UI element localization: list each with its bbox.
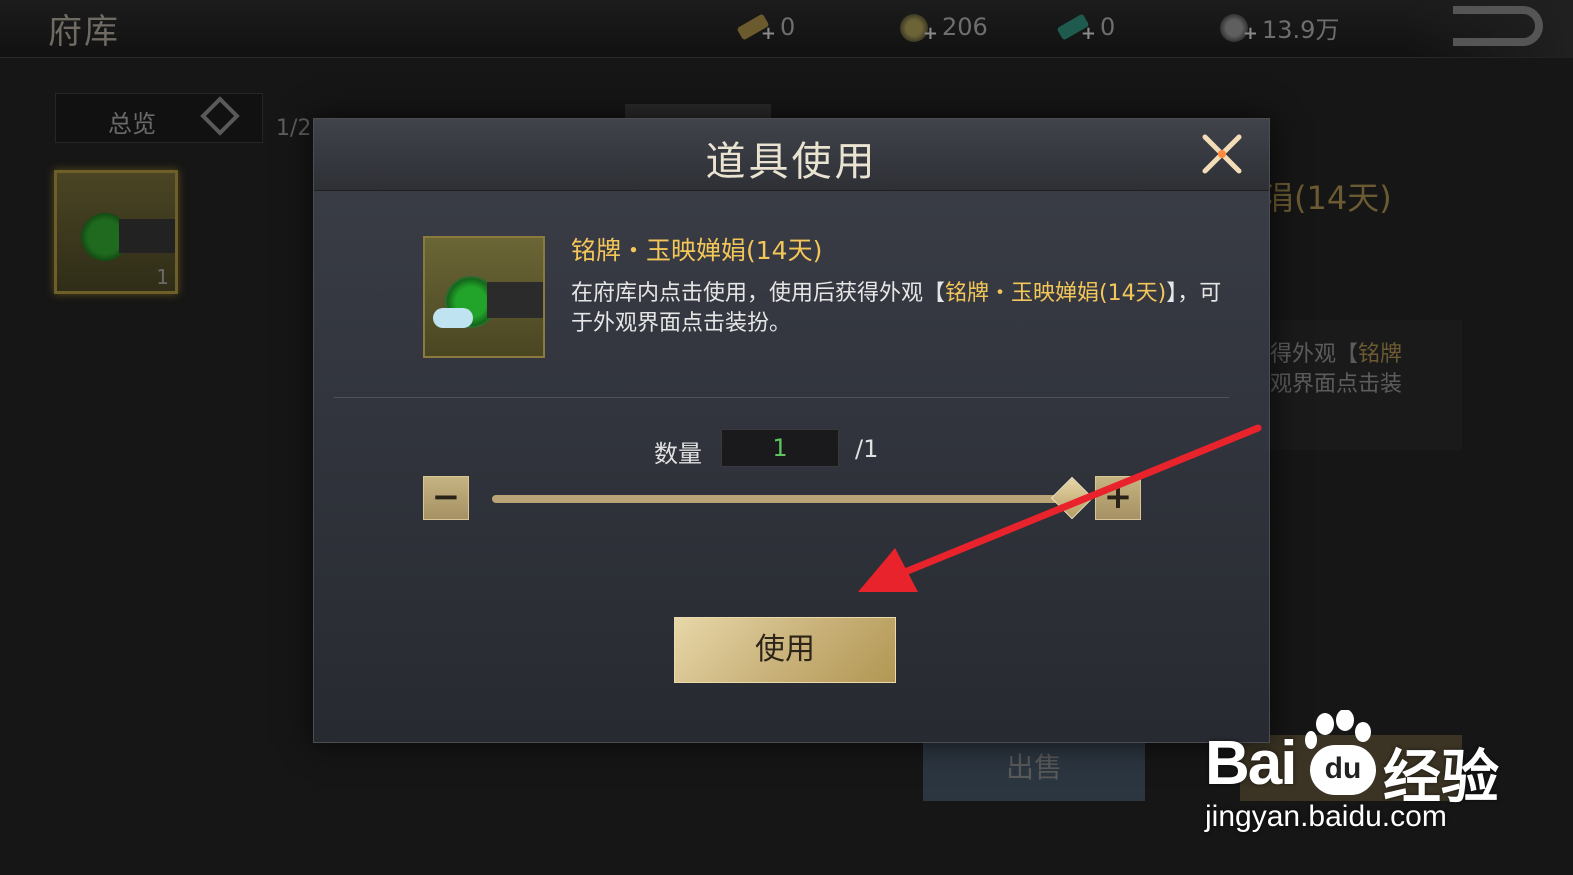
watermark-url: jingyan.baidu.com <box>1205 800 1447 833</box>
baidu-watermark: Bai du 经验 jingyan.baidu.com <box>1205 700 1505 850</box>
watermark-du: du <box>1310 745 1376 795</box>
watermark-bai: Bai <box>1205 729 1297 798</box>
